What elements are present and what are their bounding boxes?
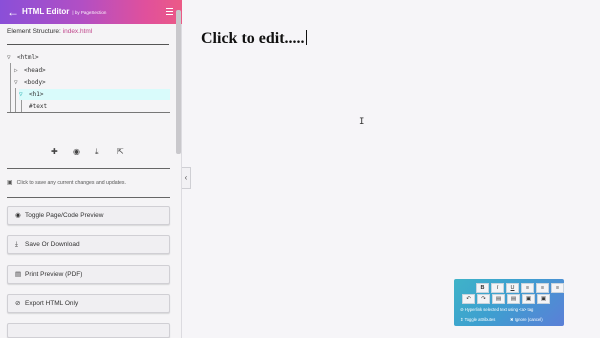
export-icon[interactable]: ⇱ [117,147,124,157]
divider [7,168,170,169]
link-icon: ⊘ [15,300,21,307]
tree-guide-line [10,63,11,113]
undo-button[interactable]: ↶ [462,294,475,304]
toggle-attributes-text: Toggle attributes [464,317,496,322]
save-download-button[interactable]: ⤓ Save Or Download [7,235,170,254]
toggle-attributes-action[interactable]: ⇕ Toggle attributes [460,317,495,322]
ignore-text: Ignore (cancel) [514,317,543,322]
hyperlink-text: Hyperlink selected text using <a> tag [464,307,534,312]
list-button[interactable]: ▤ [492,294,505,304]
structure-label-text: Element Structure: [7,28,61,35]
tree-node-head[interactable]: ▷ <head> [14,65,46,76]
button-label: Export HTML Only [25,300,79,307]
panel-scrollbar[interactable] [176,10,181,154]
text-cursor-icon: I [359,117,365,127]
editor-title-text: HTML Editor [22,7,70,16]
list-ordered-button[interactable]: ▤ [507,294,520,304]
expand-triangle-icon[interactable]: ▽ [7,52,17,63]
button-label: Toggle Page/Code Preview [25,212,104,219]
tree-node-label: #text [29,103,48,110]
heading-text: Click to edit..... [201,30,305,47]
hyperlink-action[interactable]: ⊘ Hyperlink selected text using <a> tag [460,307,533,312]
editable-heading[interactable]: Click to edit..... [201,30,307,48]
expand-triangle-icon[interactable]: ▽ [19,89,29,100]
outdent-button[interactable]: ▣ [537,294,550,304]
text-caret [305,30,307,45]
align-left-button[interactable]: ≡ [521,283,534,293]
plus-icon[interactable]: ✚ [51,147,58,157]
export-html-button[interactable]: ⊘ Export HTML Only [7,294,170,313]
tree-node-label: <html> [17,54,39,61]
editor-panel: ← HTML Editor | by PageSection Element St… [0,0,182,338]
button-label: Print Preview (PDF) [25,271,83,278]
download-icon[interactable]: ⤓ [95,147,99,157]
download-icon: ⤓ [15,241,18,248]
underline-button[interactable]: U [506,283,519,293]
save-hint-text: Click to save any current changes and up… [16,180,126,186]
collapse-triangle-icon[interactable]: ▷ [14,65,24,76]
tree-guide-line [15,88,16,113]
button-label: Save Or Download [25,241,80,248]
element-structure-label: Element Structure: index.html [7,28,92,35]
editor-header: ← HTML Editor | by PageSection [0,0,182,24]
divider [7,44,169,45]
tree-node-label: <head> [24,67,46,74]
editor-title: HTML Editor | by PageSection [22,7,106,16]
chevron-left-icon: ‹ [184,173,188,182]
tree-node-html[interactable]: ▽ <html> [7,52,39,63]
toggle-preview-button[interactable]: ◉ Toggle Page/Code Preview [7,206,170,225]
hamburger-menu-icon[interactable] [166,8,173,15]
ignore-action[interactable]: ✖ Ignore (cancel) [510,317,543,322]
indent-button[interactable]: ▣ [522,294,535,304]
redo-button[interactable]: ↷ [477,294,490,304]
eye-icon: ◉ [15,212,21,219]
tree-guide-line [21,100,22,112]
expand-triangle-icon[interactable]: ▽ [14,77,24,88]
print-preview-button[interactable]: ▤ Print Preview (PDF) [7,265,170,284]
eye-icon[interactable]: ◉ [73,147,80,157]
divider [7,197,170,198]
back-arrow-icon[interactable]: ← [7,4,19,20]
more-button[interactable] [7,323,170,338]
app-root: ← HTML Editor | by PageSection Element St… [0,0,600,338]
align-center-button[interactable]: ≡ [536,283,549,293]
tree-node-text[interactable]: #text [29,101,47,112]
align-right-button[interactable]: ≡ [551,283,564,293]
save-disk-icon: ▣ [7,180,13,186]
save-hint[interactable]: ▣ Click to save any current changes and u… [7,179,126,186]
tree-node-body[interactable]: ▽ <body> [14,77,46,88]
format-toolbar: B I U ≡ ≡ ≡ ↶ ↷ ▤ ▤ ▣ ▣ ⊘ Hyperlink sele… [454,279,564,326]
italic-button[interactable]: I [491,283,504,293]
tree-node-h1[interactable]: ▽ <h1> [19,89,170,100]
structure-file-name[interactable]: index.html [63,28,93,35]
tree-node-label: <body> [24,79,46,86]
editor-subtitle: | by PageSection [72,10,107,15]
bold-button[interactable]: B [476,283,489,293]
tree-node-label: <h1> [29,91,44,98]
divider [7,112,170,113]
collapse-panel-button[interactable]: ‹ [182,167,191,189]
printer-icon: ▤ [15,271,22,278]
